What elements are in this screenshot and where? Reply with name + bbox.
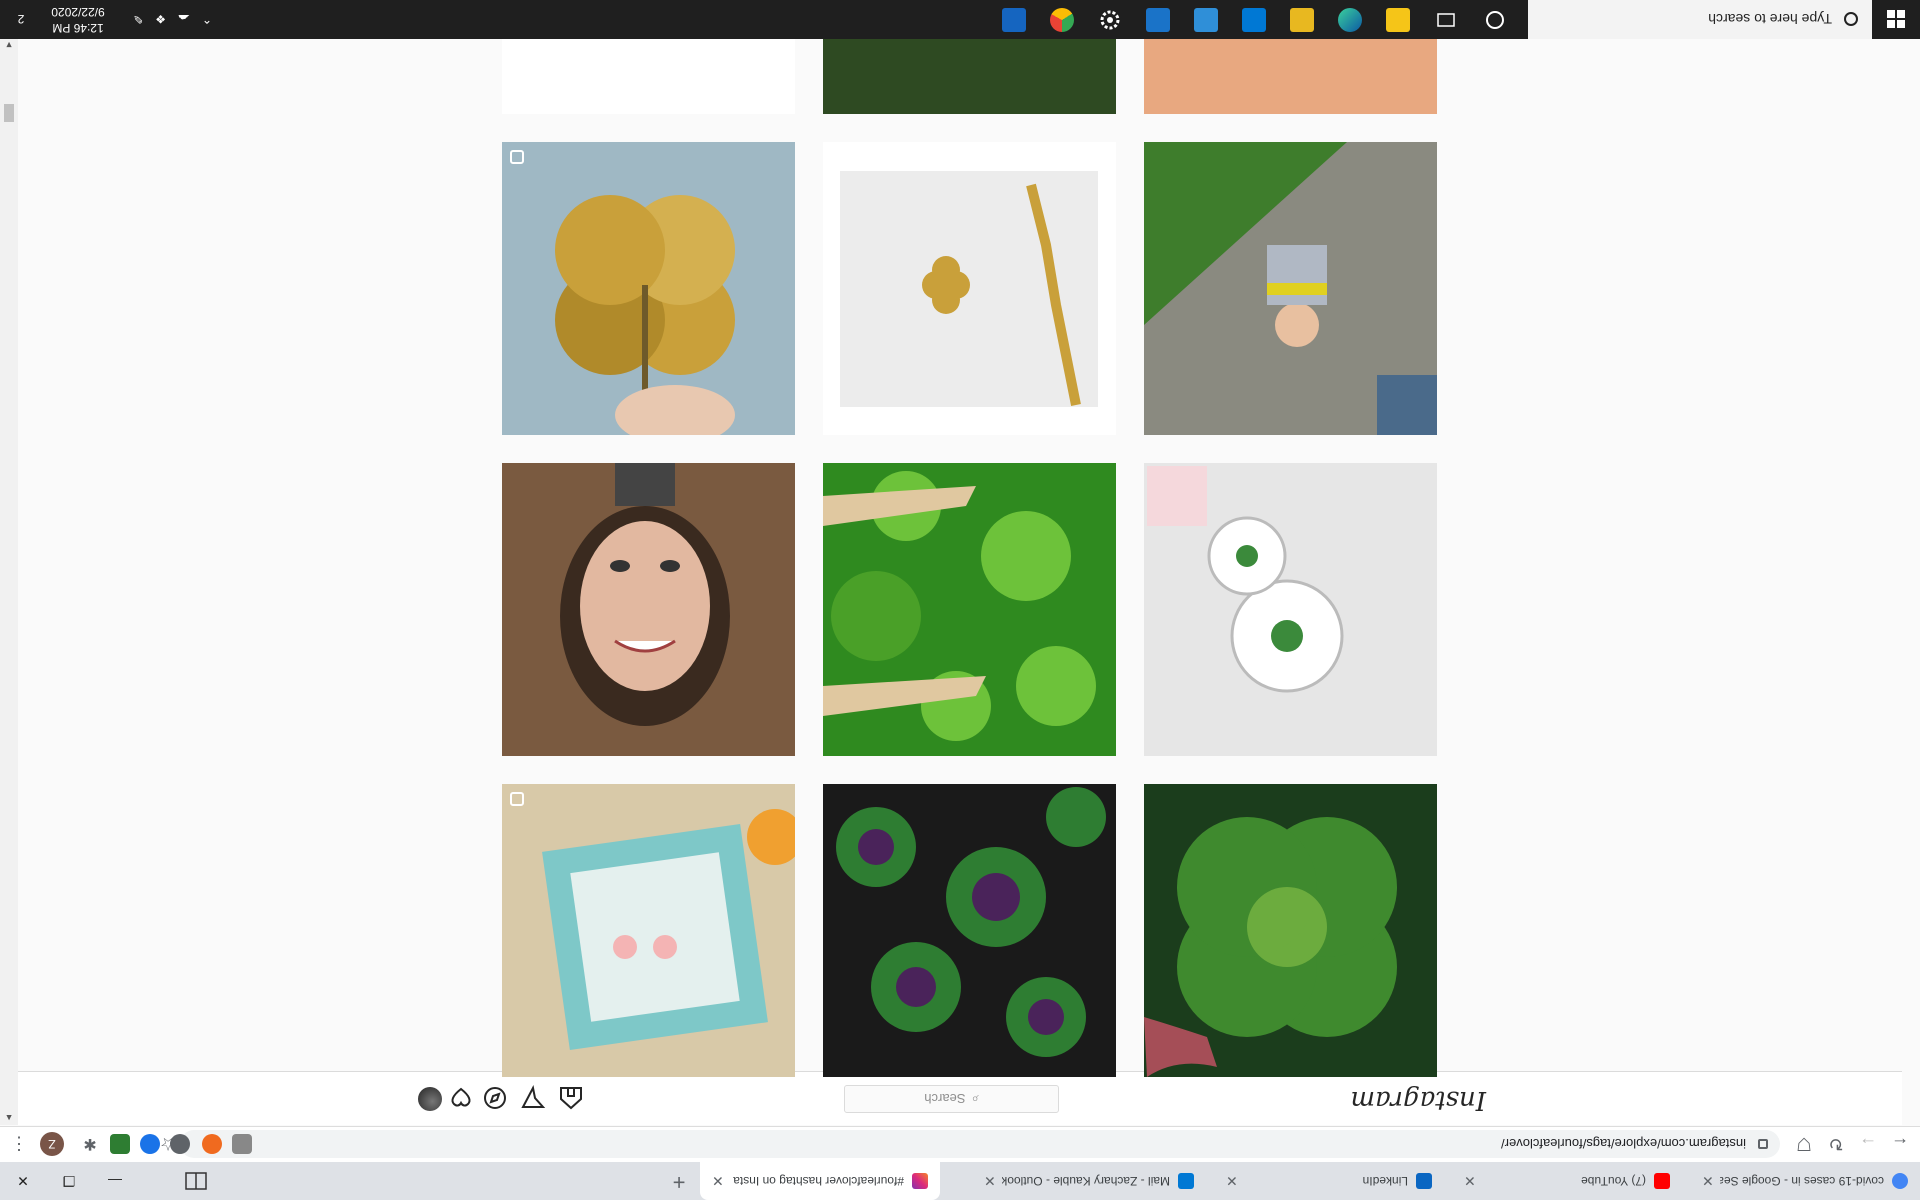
system-tray: ⌃ ☁ ❖ ✎ xyxy=(133,0,212,39)
forward-icon[interactable]: → xyxy=(1856,1132,1880,1156)
mail-icon[interactable] xyxy=(1194,8,1218,32)
tab-title: #fourleafclover hashtag on Insta xyxy=(733,1174,904,1188)
tab-title: covid-19 cases in - Google Search xyxy=(1720,1174,1884,1188)
tab-title: Mail - Zachary Kauble - Outlook xyxy=(1001,1174,1170,1188)
outlook-icon[interactable] xyxy=(1146,8,1170,32)
settings-icon[interactable] xyxy=(1098,8,1122,32)
post-tile-resin-necklace[interactable] xyxy=(1144,463,1437,756)
notification-icon[interactable]: 2 xyxy=(6,0,36,39)
multiple-photos-icon xyxy=(510,150,524,164)
minimize-button[interactable]: — xyxy=(92,1162,138,1200)
windows-taskbar: Type here to search ⌃ ☁ ❖ ✎ 12:46 PM 9/2… xyxy=(0,0,1920,39)
adobe-xd-icon[interactable] xyxy=(1242,8,1266,32)
chrome-icon[interactable] xyxy=(1050,8,1074,32)
scroll-thumb[interactable] xyxy=(4,104,14,122)
tab-title: (7) YouTube xyxy=(1581,1174,1646,1188)
browser-toolbar: ← → ↻ ⛉ instagram.com/explore/tags/fourl… xyxy=(0,1126,1920,1162)
notification-count: 2 xyxy=(17,12,25,27)
extension-icon-4[interactable] xyxy=(140,1134,160,1154)
close-icon[interactable]: ✕ xyxy=(1702,1173,1714,1190)
restore-button[interactable]: ❐ xyxy=(46,1162,92,1200)
tab-search-icon[interactable] xyxy=(184,1170,208,1192)
post-tile-shamrocks[interactable] xyxy=(823,784,1116,1077)
close-icon[interactable]: ✕ xyxy=(984,1173,996,1190)
post-tile-silver-chain[interactable] xyxy=(502,37,795,114)
post-tile-clovers-wood[interactable] xyxy=(1144,37,1437,114)
search-placeholder: Search xyxy=(924,1091,966,1107)
google-icon xyxy=(1892,1173,1908,1189)
cloud-icon[interactable]: ☁ xyxy=(178,13,190,27)
tab-instagram[interactable]: #fourleafclover hashtag on Insta ✕ xyxy=(700,1162,940,1200)
taskbar-search-input[interactable]: Type here to search xyxy=(1528,0,1872,39)
clock-date: 9/22/2020 xyxy=(51,5,105,19)
multiple-photos-icon xyxy=(510,792,524,806)
cortana-icon[interactable] xyxy=(1486,11,1504,29)
browser-menu-icon[interactable]: ⋮ xyxy=(10,1132,28,1156)
profile-avatar[interactable]: Z xyxy=(40,1132,64,1156)
search-icon: ⌕ xyxy=(971,1092,979,1107)
instagram-logo[interactable]: Instagram xyxy=(1350,1085,1486,1115)
dropbox-icon[interactable]: ❖ xyxy=(155,13,166,27)
pen-icon[interactable]: ✎ xyxy=(133,13,143,27)
instagram-icon xyxy=(912,1173,928,1189)
clock-time: 12:46 PM xyxy=(52,21,104,35)
page-scrollbar[interactable]: ▲ ▼ xyxy=(0,38,18,1125)
close-icon[interactable]: ✕ xyxy=(712,1173,724,1190)
post-tile-earrings[interactable] xyxy=(502,784,795,1077)
scroll-down-arrow-icon[interactable]: ▼ xyxy=(0,38,18,52)
direct-icon[interactable] xyxy=(520,1085,546,1111)
outlook-icon xyxy=(1178,1173,1194,1189)
browser-tab-strip: covid-19 cases in - Google Search ✕ (7) … xyxy=(0,1162,1920,1200)
photo-grid xyxy=(501,37,1437,1077)
explore-icon[interactable] xyxy=(482,1085,508,1111)
scroll-up-arrow-icon[interactable]: ▲ xyxy=(0,1111,18,1125)
edge-icon[interactable] xyxy=(1338,8,1362,32)
address-bar[interactable]: instagram.com/explore/tags/fourleafclove… xyxy=(180,1130,1780,1158)
bookmark-shield-icon[interactable]: ⛉ xyxy=(1792,1132,1816,1156)
store-icon[interactable] xyxy=(1386,8,1410,32)
taskbar-search-placeholder: Type here to search xyxy=(1708,11,1832,28)
search-icon xyxy=(1844,12,1858,27)
post-tile-portrait[interactable] xyxy=(502,463,795,756)
extension-icon-5[interactable] xyxy=(110,1134,130,1154)
post-tile-trees[interactable] xyxy=(823,37,1116,114)
post-tile-four-leaf-clover[interactable] xyxy=(1144,784,1437,1077)
close-icon[interactable]: ✕ xyxy=(1464,1173,1476,1190)
extension-icon-2[interactable] xyxy=(202,1134,222,1154)
file-explorer-icon[interactable] xyxy=(1290,8,1314,32)
tab-title: LinkedIn xyxy=(1362,1174,1408,1188)
tab-youtube[interactable]: (7) YouTube ✕ xyxy=(1452,1162,1682,1200)
new-tab-button[interactable]: + xyxy=(666,1168,692,1195)
activity-icon[interactable] xyxy=(448,1085,474,1111)
puzzle-icon[interactable]: ✱ xyxy=(80,1134,100,1154)
close-icon[interactable]: ✕ xyxy=(1226,1173,1238,1190)
tab-linkedin[interactable]: LinkedIn ✕ xyxy=(1214,1162,1444,1200)
taskbar-clock[interactable]: 12:46 PM 9/22/2020 xyxy=(38,4,118,36)
profile-avatar[interactable] xyxy=(418,1087,442,1111)
home-icon[interactable] xyxy=(558,1085,584,1111)
linkedin-icon xyxy=(1416,1173,1432,1189)
instagram-search-input[interactable]: ⌕ Search xyxy=(844,1085,1059,1113)
chevron-up-icon[interactable]: ⌃ xyxy=(202,13,212,27)
tab-google-search[interactable]: covid-19 cases in - Google Search ✕ xyxy=(1690,1162,1920,1200)
post-tile-gold-clover-hand[interactable] xyxy=(502,142,795,435)
lock-icon xyxy=(1758,1139,1768,1149)
tab-outlook[interactable]: Mail - Zachary Kauble - Outlook ✕ xyxy=(972,1162,1206,1200)
extension-icon-3[interactable] xyxy=(170,1134,190,1154)
extension-icon-1[interactable] xyxy=(232,1134,252,1154)
post-tile-clover-grass[interactable] xyxy=(823,463,1116,756)
windows-start-icon[interactable] xyxy=(1872,0,1920,39)
url-text[interactable]: instagram.com/explore/tags/fourleafclove… xyxy=(1501,1137,1746,1152)
post-tile-stone-wall-child[interactable] xyxy=(1144,142,1437,435)
photos-icon[interactable] xyxy=(1002,8,1026,32)
youtube-icon xyxy=(1654,1173,1670,1189)
close-window-button[interactable]: ✕ xyxy=(0,1162,46,1200)
reload-icon[interactable]: ↻ xyxy=(1824,1132,1848,1156)
back-icon[interactable]: ← xyxy=(1888,1132,1912,1156)
instagram-header: Instagram ⌕ Search xyxy=(0,1071,1902,1125)
task-view-icon[interactable] xyxy=(1434,8,1458,32)
post-tile-gold-chain[interactable] xyxy=(823,142,1116,435)
